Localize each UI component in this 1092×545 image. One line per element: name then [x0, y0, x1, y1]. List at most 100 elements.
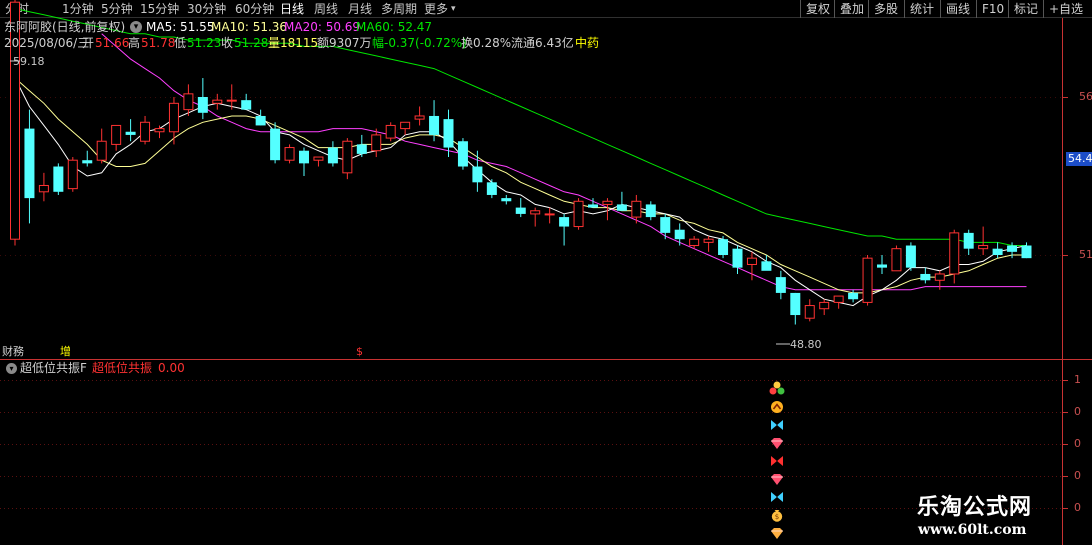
candle-body-down: [255, 115, 266, 126]
ind-axis-label: 0: [1074, 405, 1081, 418]
candle-body-down: [790, 292, 801, 316]
candle: [327, 141, 338, 167]
candle-body-up: [226, 99, 237, 102]
candle-body-down: [645, 204, 656, 218]
candle-body-up: [689, 238, 700, 247]
high-price-mark: 59.18: [13, 55, 45, 68]
open-value: 51.66: [95, 36, 130, 50]
candle: [342, 138, 353, 180]
ma60-value: MA60: 52.47: [356, 20, 433, 34]
candle: [544, 207, 555, 224]
candle-body-down: [1007, 245, 1018, 252]
moving-average-lines: [14, 8, 1027, 307]
candle: [414, 106, 425, 126]
chart-frame: [0, 18, 1092, 545]
candle-body-down: [515, 207, 526, 214]
ind-axis-label: 0: [1074, 501, 1081, 514]
svg-text:$: $: [775, 513, 779, 521]
candle: [992, 242, 1003, 259]
candle-body-down: [429, 115, 440, 135]
candle-body-up: [183, 93, 194, 111]
high-label: 高: [128, 36, 141, 50]
candle: [299, 147, 309, 176]
volume-value: 量18115: [268, 36, 319, 50]
stock-title[interactable]: 东阿阿胶(日线,前复权): [4, 20, 125, 34]
ma20-value: MA20: 50.69: [284, 20, 361, 34]
candle-body-down: [775, 277, 786, 293]
candle-body-down: [457, 141, 468, 167]
candle: [486, 179, 497, 199]
diamond-icon: [771, 438, 783, 449]
candle: [819, 299, 830, 316]
candle-body-up: [978, 245, 989, 250]
dropdown-circle-icon[interactable]: ▾: [130, 21, 142, 33]
watermark-url: www.60lt.com: [918, 522, 1027, 538]
price-marks: [10, 60, 790, 345]
candle-body-down: [486, 182, 497, 195]
candle-body-up: [703, 238, 714, 243]
candle: [385, 122, 396, 142]
candle-body-down: [472, 166, 483, 183]
candle-body-up: [284, 147, 295, 161]
money-bag-icon: $: [771, 510, 783, 522]
candle: [718, 236, 729, 259]
candle: [67, 157, 78, 192]
ind-axis-label: 0: [1074, 469, 1081, 482]
candle-body-down: [443, 119, 454, 148]
indicator-dropdown-icon[interactable]: ▾: [6, 363, 17, 374]
current-price-tag: 54.48: [1066, 152, 1092, 166]
candle-body-down: [660, 217, 671, 233]
candle: [212, 93, 223, 110]
candle-body-up: [833, 295, 844, 303]
candle-body-down: [559, 217, 570, 227]
candle-body-down: [241, 100, 252, 110]
axis-label-56: 56: [1079, 90, 1092, 103]
candle: [689, 236, 700, 249]
candle: [891, 245, 902, 272]
candle: [746, 251, 757, 281]
candle: [559, 213, 570, 246]
industry-label[interactable]: 中药: [575, 36, 599, 50]
candle-body-up: [602, 200, 613, 205]
candle: [573, 198, 584, 230]
candle: [515, 198, 526, 218]
finance-event-marker[interactable]: 财務: [2, 345, 24, 359]
candle: [356, 134, 367, 158]
increase-event-marker[interactable]: 增: [60, 345, 71, 359]
candle: [168, 97, 179, 145]
ma10-line: [14, 77, 1027, 294]
candle: [472, 150, 483, 192]
candle: [963, 229, 974, 255]
candle-body-up: [934, 273, 945, 281]
candle: [775, 270, 786, 300]
candle: [53, 163, 64, 195]
candle-body-up: [530, 210, 541, 215]
candle: [313, 156, 324, 167]
low-value: 51.23: [187, 36, 222, 50]
ind-axis-label: 0: [1074, 437, 1081, 450]
candle-body-up: [631, 200, 642, 218]
candle-body-down: [82, 160, 93, 164]
candle-body-down: [848, 292, 859, 300]
dollar-event-marker[interactable]: $: [356, 345, 363, 359]
candle-body-up: [400, 121, 411, 130]
candle-body-up: [414, 115, 425, 120]
low-price-mark: 48.80: [790, 338, 822, 351]
candle: [197, 78, 208, 120]
candle-body-up: [544, 213, 555, 216]
candle-body-up: [168, 102, 179, 133]
candle-body-down: [125, 131, 136, 135]
watermark-logo-text: 乐淘公式网: [917, 494, 1033, 520]
indicator-name[interactable]: 超低位共振F: [20, 361, 87, 375]
candle: [877, 255, 887, 274]
candle-body-up: [371, 134, 382, 152]
candle: [457, 138, 468, 170]
ind-axis-label: 1: [1074, 373, 1081, 386]
candle: [660, 213, 671, 240]
candle: [140, 115, 151, 145]
candle-body-up: [891, 248, 902, 272]
change-value: 幅-0.37(-0.72%): [372, 36, 467, 50]
kline-chart[interactable]: $: [0, 0, 1092, 545]
candle-body-up: [111, 124, 122, 145]
candle: [804, 299, 815, 322]
